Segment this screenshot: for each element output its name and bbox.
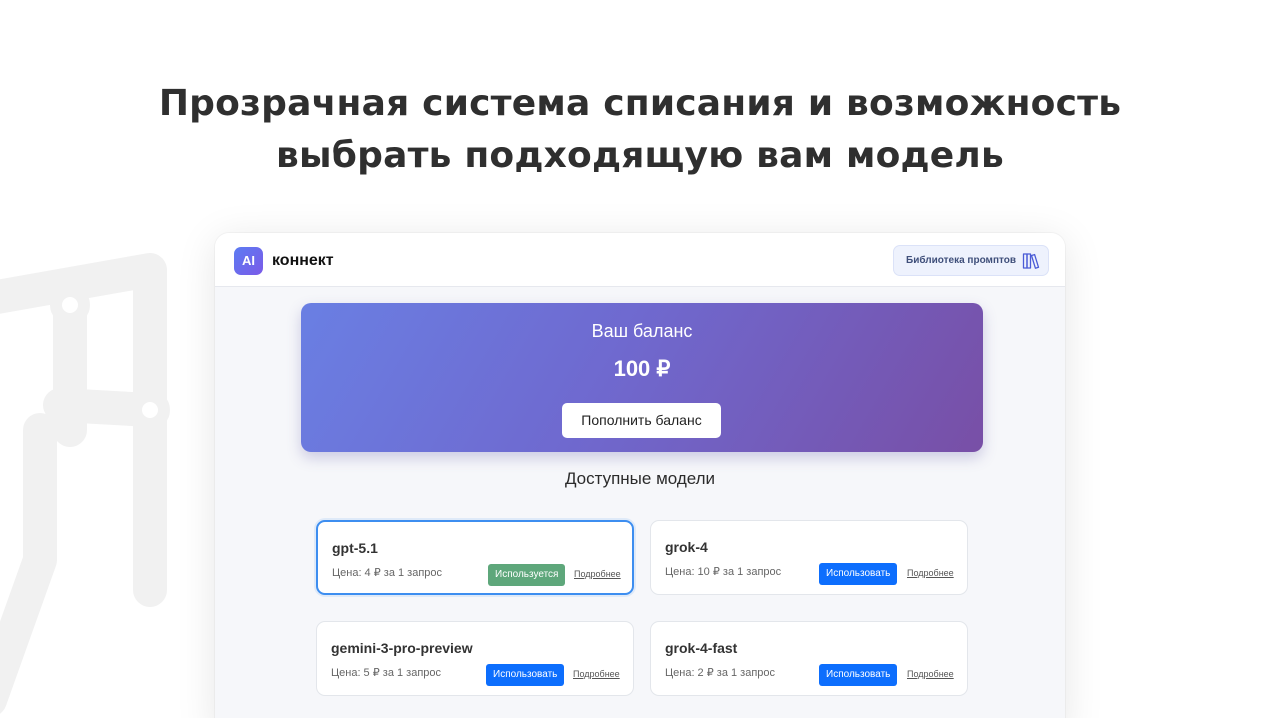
prompt-library-label: Библиотека промптов bbox=[906, 255, 1017, 266]
model-details-link[interactable]: Подробнее bbox=[907, 669, 954, 679]
page-headline: Прозрачная система списания и возможност… bbox=[0, 78, 1280, 182]
prompt-library-button[interactable]: Библиотека промптов bbox=[893, 245, 1049, 276]
model-use-button[interactable]: Использовать bbox=[819, 563, 898, 585]
topup-balance-button[interactable]: Пополнить баланс bbox=[562, 403, 721, 438]
headline-line-2: выбрать подходящую вам модель bbox=[276, 135, 1004, 176]
model-card[interactable]: grok-4-fast Цена: 2 ₽ за 1 запрос Исполь… bbox=[650, 621, 968, 696]
model-card[interactable]: gemini-3-pro-preview Цена: 5 ₽ за 1 запр… bbox=[316, 621, 634, 696]
model-name: gemini-3-pro-preview bbox=[331, 640, 473, 656]
model-card[interactable]: gpt-5.1 Цена: 4 ₽ за 1 запрос Использует… bbox=[316, 520, 634, 595]
model-price: Цена: 2 ₽ за 1 запрос bbox=[665, 667, 776, 679]
app-window: AI коннект Библиотека промптов Ваш балан… bbox=[215, 233, 1065, 718]
model-in-use-button[interactable]: Используется bbox=[488, 564, 566, 586]
logo-text[interactable]: коннект bbox=[272, 252, 334, 270]
model-details-link[interactable]: Подробнее bbox=[907, 568, 954, 578]
model-use-button[interactable]: Использовать bbox=[819, 664, 898, 686]
models-section-title: Доступные модели bbox=[564, 469, 716, 488]
model-price: Цена: 4 ₽ за 1 запрос bbox=[332, 567, 443, 579]
model-name: grok-4 bbox=[665, 539, 708, 555]
model-details-link[interactable]: Подробнее bbox=[574, 569, 621, 579]
logo-badge[interactable]: AI bbox=[234, 247, 263, 275]
balance-amount: 100 ₽ bbox=[613, 356, 671, 381]
model-price: Цена: 10 ₽ за 1 запрос bbox=[665, 566, 782, 578]
model-name: gpt-5.1 bbox=[332, 540, 378, 556]
model-name: grok-4-fast bbox=[665, 640, 738, 656]
books-icon bbox=[1022, 252, 1040, 269]
background-decoration bbox=[0, 253, 170, 714]
balance-card: Ваш баланс 100 ₽ Пополнить баланс bbox=[301, 303, 983, 452]
top-bar: AI коннект Библиотека промптов bbox=[215, 233, 1065, 287]
model-card[interactable]: grok-4 Цена: 10 ₽ за 1 запрос Использова… bbox=[650, 520, 968, 595]
model-price: Цена: 5 ₽ за 1 запрос bbox=[331, 667, 442, 679]
headline-line-1: Прозрачная система списания и возможност… bbox=[158, 83, 1122, 124]
model-use-button[interactable]: Использовать bbox=[486, 664, 565, 686]
balance-title: Ваш баланс bbox=[591, 321, 693, 341]
model-details-link[interactable]: Подробнее bbox=[573, 669, 620, 679]
